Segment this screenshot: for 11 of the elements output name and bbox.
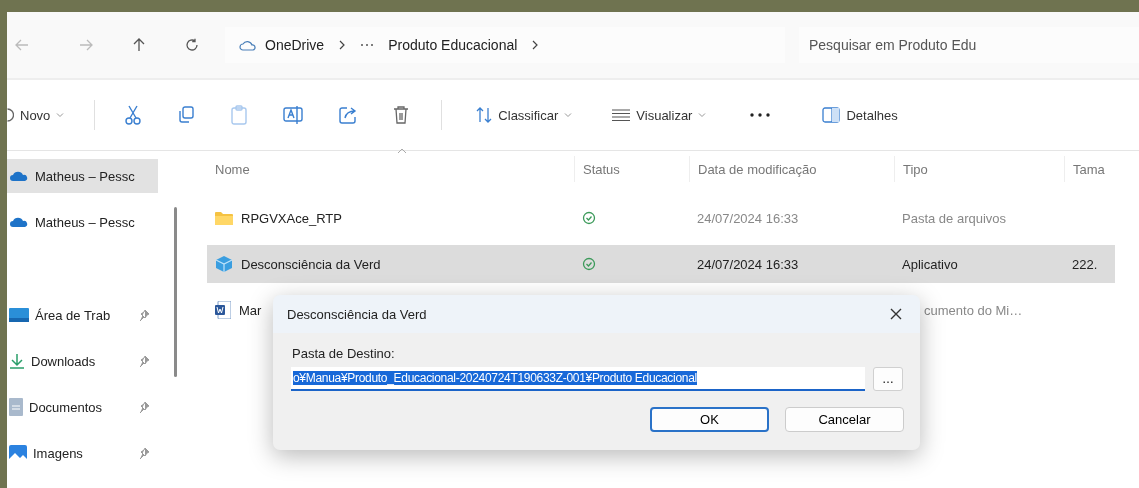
field-label: Pasta de Destino: [292, 346, 396, 361]
type-text: Aplicativo [902, 256, 958, 272]
dialog-title: Desconsciência da Verd [287, 306, 427, 322]
file-name: RPGVXAce_RTP [241, 210, 342, 226]
file-name: Desconsciência da Verd [241, 256, 381, 272]
date-text: 24/07/2024 16:33 [697, 256, 799, 272]
type-text: Pasta de arquivos [902, 210, 1007, 226]
size-text: 222. [1072, 256, 1098, 272]
date-text: 24/07/2024 16:33 [697, 210, 799, 226]
type-text: cumento do Mi… [924, 302, 1023, 318]
file-name: Mar [239, 302, 262, 318]
